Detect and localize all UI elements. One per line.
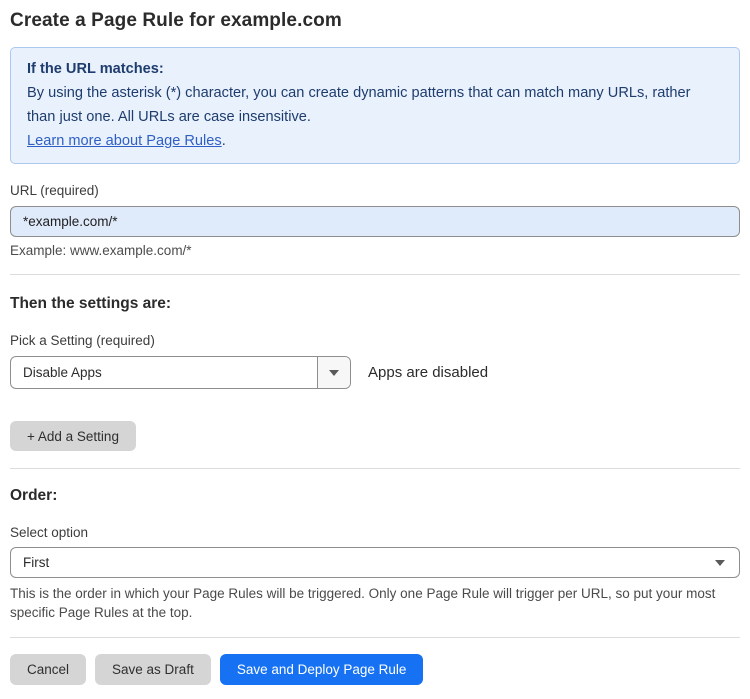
order-select[interactable]: First	[10, 547, 740, 578]
section-divider	[10, 274, 740, 275]
create-page-rule-form: Create a Page Rule for example.com If th…	[0, 0, 750, 699]
caret-down-icon	[329, 369, 339, 376]
url-field-label: URL (required)	[10, 183, 99, 198]
settings-section-heading: Then the settings are:	[10, 295, 172, 312]
info-box-link-line: Learn more about Page Rules.	[27, 129, 723, 153]
order-section-heading: Order:	[10, 487, 58, 504]
form-actions: Cancel Save as Draft Save and Deploy Pag…	[10, 654, 740, 685]
select-option-label: Select option	[10, 525, 89, 540]
caret-down-icon	[715, 559, 725, 566]
order-helper-text: This is the order in which your Page Rul…	[10, 586, 716, 620]
setting-status-text: Apps are disabled	[368, 364, 489, 381]
save-and-deploy-button[interactable]: Save and Deploy Page Rule	[219, 654, 424, 685]
page-title: Create a Page Rule for example.com	[10, 10, 342, 31]
pick-setting-label: Pick a Setting (required)	[10, 333, 155, 348]
add-setting-button[interactable]: + Add a Setting	[10, 421, 136, 451]
info-box-heading: If the URL matches:	[27, 61, 164, 77]
section-divider	[10, 637, 740, 638]
learn-more-page-rules-link[interactable]: Learn more about Page Rules	[27, 133, 222, 149]
url-match-info-box: If the URL matches: By using the asteris…	[10, 47, 740, 164]
section-divider	[10, 468, 740, 469]
setting-row: Disable Apps Apps are disabled	[10, 356, 740, 389]
url-input[interactable]	[10, 206, 740, 237]
setting-dropdown[interactable]: Disable Apps	[10, 356, 351, 389]
url-example-helper: Example: www.example.com/*	[10, 243, 192, 258]
setting-dropdown-arrow-button[interactable]	[317, 357, 350, 388]
order-select-value: First	[23, 555, 50, 570]
save-as-draft-button[interactable]: Save as Draft	[95, 654, 211, 685]
setting-dropdown-value: Disable Apps	[23, 365, 102, 380]
link-period-text: .	[221, 133, 226, 149]
cancel-button[interactable]: Cancel	[10, 654, 87, 685]
info-box-body: By using the asterisk (*) character, you…	[27, 85, 691, 125]
